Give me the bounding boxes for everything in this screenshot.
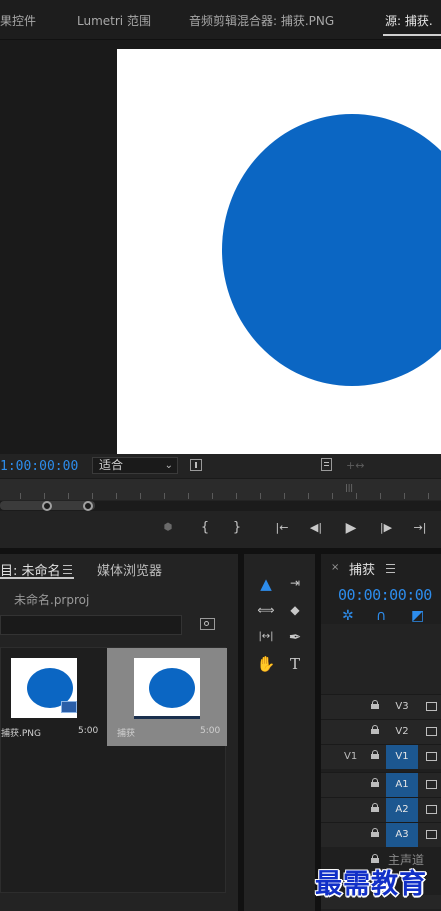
toggle-output-icon[interactable] — [426, 805, 437, 814]
track-name[interactable]: A1 — [386, 773, 418, 797]
project-item[interactable]: 捕获.PNG 5:00 — [1, 648, 121, 746]
step-back-button[interactable]: ◀| — [307, 520, 325, 536]
track-name[interactable]: V3 — [386, 695, 418, 719]
settings-wrench-icon[interactable] — [190, 459, 202, 471]
track-a2[interactable]: A2 — [321, 797, 441, 822]
slip-tool-icon[interactable]: |↔| — [255, 627, 277, 647]
lock-icon[interactable] — [371, 828, 379, 837]
track-name[interactable]: V2 — [386, 720, 418, 744]
export-frame-icon[interactable] — [321, 458, 332, 471]
blue-ellipse-image — [222, 114, 441, 386]
timeline-panel: × 捕获 00:00:00:00 ✲ ∩ ◩ V3 V2 V1 V1 A1 A2… — [321, 554, 441, 911]
panel-menu-icon[interactable] — [386, 564, 395, 576]
active-tab-indicator — [383, 34, 441, 36]
hand-tool-icon[interactable]: ✋ — [255, 654, 277, 674]
new-search-bin-icon[interactable] — [200, 618, 215, 630]
zoom-handle-left[interactable] — [42, 501, 52, 511]
sequence-bar — [134, 716, 200, 719]
go-to-out-button[interactable]: →| — [411, 520, 429, 536]
project-panel: 目: 未命名 媒体浏览器 未命名.prproj 捕获.PNG 5:00 捕获 5… — [0, 554, 238, 911]
source-patch[interactable]: V1 — [344, 751, 357, 762]
lock-icon[interactable] — [371, 750, 379, 759]
ripple-edit-tool-icon[interactable]: ⟺ — [255, 600, 277, 620]
track-select-tool-icon[interactable]: ⇥ — [284, 573, 306, 593]
close-icon[interactable]: × — [331, 562, 339, 573]
toggle-output-icon[interactable] — [426, 830, 437, 839]
track-name[interactable]: A2 — [386, 798, 418, 822]
project-bin-grid: 捕获.PNG 5:00 捕获 5:00 — [0, 647, 227, 893]
razor-tool-icon[interactable]: ◆ — [284, 600, 306, 620]
go-to-in-button[interactable]: |← — [273, 520, 291, 536]
track-v3[interactable]: V3 — [321, 694, 441, 719]
clip-duration: 5:00 — [78, 726, 99, 736]
zoom-fit-select[interactable]: 适合 ⌄ — [92, 457, 178, 474]
clip-name: 捕获.PNG — [1, 729, 41, 739]
tab-media-browser[interactable]: 媒体浏览器 — [97, 560, 162, 579]
lock-icon[interactable] — [371, 725, 379, 734]
tab-sequence[interactable]: 捕获 — [349, 559, 375, 578]
toggle-output-icon[interactable] — [426, 780, 437, 789]
lock-icon[interactable] — [371, 700, 379, 709]
sequence-duration: 5:00 — [200, 726, 221, 736]
playhead-timecode[interactable]: 1:00:00:00 — [0, 459, 78, 474]
sequence-name: 捕获 — [117, 729, 136, 739]
sequence-timecode[interactable]: 00:00:00:00 — [338, 586, 432, 604]
track-v2[interactable]: V2 — [321, 719, 441, 744]
still-image-icon — [61, 701, 77, 713]
chevron-down-icon: ⌄ — [164, 460, 173, 471]
track-a3[interactable]: A3 — [321, 822, 441, 847]
time-ruler[interactable]: ||| — [0, 478, 441, 500]
add-marker-button[interactable]: ⬢ — [159, 520, 177, 536]
panel-tab-bar: 果控件 Lumetri 范围 音频剪辑混合器: 捕获.PNG 源: 捕获. — [0, 0, 441, 40]
project-file-name: 未命名.prproj — [14, 593, 90, 607]
step-forward-button[interactable]: |▶ — [377, 520, 395, 536]
panel-menu-icon[interactable] — [63, 565, 72, 577]
pen-tool-icon[interactable]: ✒ — [284, 627, 306, 647]
watermark-logo: 最需教育 — [315, 869, 427, 900]
tab-effect-controls[interactable]: 果控件 — [0, 12, 36, 29]
project-item-selected[interactable]: 捕获 5:00 — [107, 648, 227, 746]
linked-selection-icon[interactable]: ◩ — [411, 608, 424, 624]
toggle-output-icon[interactable] — [426, 702, 437, 711]
sequence-thumbnail — [134, 658, 200, 718]
tools-panel: ▲ ⇥ ⟺ ◆ |↔| ✒ ✋ T — [244, 554, 315, 911]
type-tool-icon[interactable]: T — [284, 654, 306, 674]
tab-source[interactable]: 源: 捕获. — [385, 12, 433, 29]
track-a1[interactable]: A1 — [321, 772, 441, 797]
track-v1[interactable]: V1 V1 — [321, 744, 441, 769]
mark-out-button[interactable]: } — [228, 520, 246, 536]
selection-tool-icon[interactable]: ▲ — [255, 574, 277, 594]
toggle-output-icon[interactable] — [426, 727, 437, 736]
track-name[interactable]: V1 — [386, 745, 418, 769]
zoom-fit-value: 适合 — [99, 458, 124, 472]
active-tab-indicator — [0, 577, 74, 579]
play-button[interactable]: ▶ — [342, 520, 360, 536]
monitor-frame — [117, 49, 441, 454]
nest-sequence-icon[interactable]: ✲ — [342, 608, 354, 624]
search-input[interactable] — [0, 615, 182, 635]
track-name[interactable]: A3 — [386, 823, 418, 847]
zoom-handle-right[interactable] — [83, 501, 93, 511]
lock-icon[interactable] — [371, 803, 379, 812]
toggle-output-icon[interactable] — [426, 752, 437, 761]
tab-audio-clip-mixer[interactable]: 音频剪辑混合器: 捕获.PNG — [189, 12, 334, 29]
lock-icon[interactable] — [371, 778, 379, 787]
mark-in-button[interactable]: { — [196, 520, 214, 536]
timeline-header — [321, 624, 441, 694]
snap-magnet-icon[interactable]: ∩ — [376, 608, 386, 624]
ruler-marker: ||| — [345, 483, 354, 492]
tab-lumetri-scopes[interactable]: Lumetri 范围 — [77, 12, 151, 29]
add-marker-icon[interactable]: +↔ — [346, 459, 364, 472]
